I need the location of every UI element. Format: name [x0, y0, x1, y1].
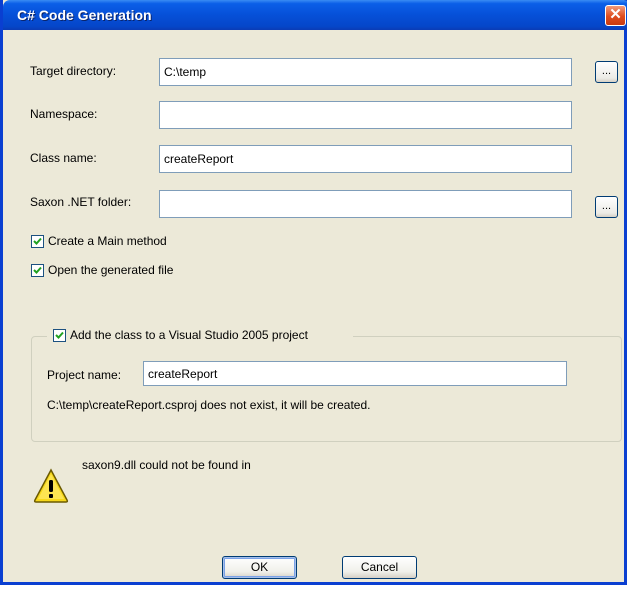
project-name-label: Project name: — [47, 368, 122, 382]
class-name-field[interactable] — [159, 145, 572, 173]
title-bar[interactable]: C# Code Generation ✕ — [3, 0, 627, 30]
create-main-method-checkbox[interactable] — [31, 235, 44, 248]
target-directory-label: Target directory: — [30, 64, 117, 78]
warning-icon — [33, 468, 69, 507]
namespace-field[interactable] — [159, 101, 572, 129]
saxon-folder-browse-button[interactable]: ... — [595, 196, 618, 218]
saxon-folder-label: Saxon .NET folder: — [30, 195, 132, 209]
add-to-project-checkbox[interactable] — [53, 329, 66, 342]
cancel-button[interactable]: Cancel — [342, 556, 417, 579]
warning-message: saxon9.dll could not be found in — [82, 458, 251, 472]
checkmark-icon — [33, 237, 42, 245]
open-generated-file-label: Open the generated file — [48, 263, 174, 277]
create-main-method-label: Create a Main method — [48, 234, 167, 248]
class-name-label: Class name: — [30, 151, 97, 165]
checkmark-icon — [55, 331, 64, 339]
ok-button[interactable]: OK — [222, 556, 297, 579]
namespace-label: Namespace: — [30, 107, 98, 121]
close-icon: ✕ — [609, 6, 622, 23]
checkmark-icon — [33, 266, 42, 274]
close-button[interactable]: ✕ — [605, 5, 626, 26]
project-name-field[interactable] — [143, 361, 567, 386]
visual-studio-project-group — [31, 336, 622, 442]
project-status-text: C:\temp\createReport.csproj does not exi… — [47, 398, 371, 412]
window-title: C# Code Generation — [17, 7, 152, 23]
add-to-project-label: Add the class to a Visual Studio 2005 pr… — [70, 328, 308, 342]
target-directory-browse-button[interactable]: ... — [595, 61, 618, 83]
saxon-folder-field[interactable] — [159, 190, 572, 218]
dialog-window: C# Code Generation ✕ Target directory: .… — [0, 0, 627, 585]
target-directory-field[interactable] — [159, 58, 572, 86]
open-generated-file-checkbox[interactable] — [31, 264, 44, 277]
add-to-project-option[interactable]: Add the class to a Visual Studio 2005 pr… — [47, 327, 353, 345]
